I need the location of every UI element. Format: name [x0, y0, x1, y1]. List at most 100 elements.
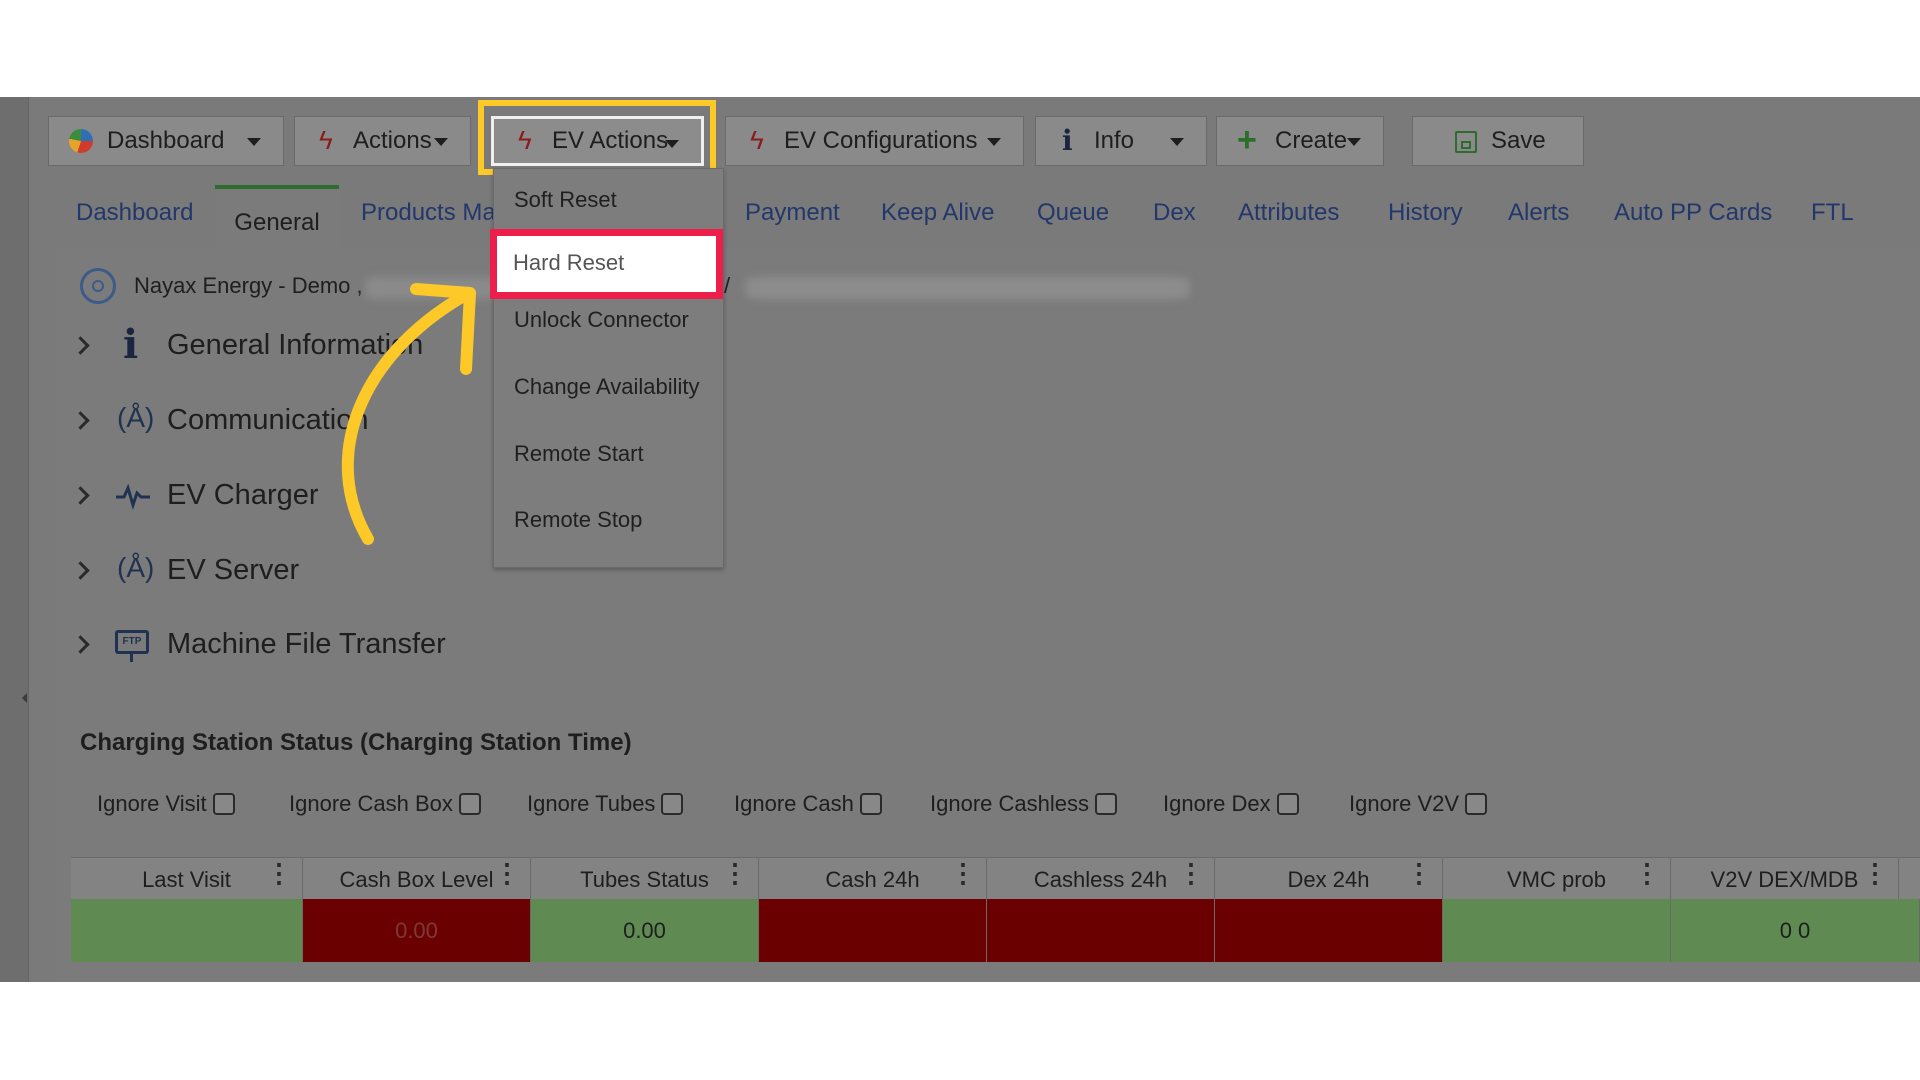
section-general-information[interactable]: i General Information	[71, 320, 423, 370]
chevron-down-icon[interactable]	[1170, 138, 1184, 146]
column-menu-icon[interactable]: ⋮	[1178, 860, 1204, 886]
menu-item-remote-stop[interactable]: Remote Stop	[514, 507, 642, 533]
chevron-right-icon[interactable]	[71, 410, 90, 430]
column-header[interactable]: Cash Box Level ⋮	[303, 858, 531, 900]
filter-ignore-cash-box[interactable]: Ignore Cash Box	[289, 791, 481, 817]
menu-item-hard-reset-label: Hard Reset	[513, 250, 625, 275]
column-menu-icon[interactable]: ⋮	[1862, 860, 1888, 886]
info-icon: i	[1062, 124, 1073, 157]
pie-chart-icon	[69, 129, 93, 153]
section-label: EV Server	[167, 553, 300, 586]
tab-products[interactable]: Products Ma	[361, 199, 496, 227]
filter-ignore-v2v[interactable]: Ignore V2V	[1349, 791, 1488, 817]
filter-ignore-tubes[interactable]: Ignore Tubes	[527, 791, 684, 817]
column-header-label: Cash Box Level	[339, 867, 494, 892]
tab-auto-pp-cards[interactable]: Auto PP Cards	[1614, 199, 1772, 227]
dashboard-button-label: Dashboard	[107, 127, 225, 154]
table-row: 0.00 0.00 0 0	[71, 899, 1920, 962]
tab-ftl[interactable]: FTL	[1811, 199, 1854, 227]
checkbox[interactable]	[859, 793, 882, 815]
save-button[interactable]: Save	[1412, 116, 1584, 166]
table-cell	[759, 899, 987, 962]
left-rail[interactable]	[0, 97, 29, 982]
column-header-label: VMC prob	[1506, 867, 1607, 892]
info-button[interactable]: i Info	[1035, 116, 1207, 166]
ev-configurations-button-label: EV Configurations	[784, 127, 978, 154]
antenna-icon: (Å)	[117, 402, 155, 433]
ev-configurations-button[interactable]: ϟ EV Configurations	[725, 116, 1024, 166]
redacted-text	[745, 277, 1190, 299]
tab-keep-alive[interactable]: Keep Alive	[881, 199, 994, 227]
section-machine-file-transfer[interactable]: FTP Machine File Transfer	[71, 619, 446, 669]
ev-actions-menu: Soft Reset Unlock Connector Change Avail…	[493, 168, 724, 568]
save-icon	[1453, 129, 1477, 153]
filter-label: Ignore Visit	[97, 791, 207, 816]
antenna-icon: (Å)	[117, 552, 155, 583]
section-ev-charger[interactable]: EV Charger	[71, 470, 319, 520]
column-header[interactable]: VMC prob ⋮	[1443, 858, 1671, 900]
filter-ignore-dex[interactable]: Ignore Dex	[1163, 791, 1299, 817]
filter-ignore-cashless[interactable]: Ignore Cashless	[930, 791, 1117, 817]
tab-attributes[interactable]: Attributes	[1238, 199, 1339, 227]
column-header[interactable]: Last Visit ⋮	[71, 858, 303, 900]
checkbox[interactable]	[1465, 793, 1488, 815]
checkbox[interactable]	[212, 793, 235, 815]
column-header[interactable]: Tubes Status ⋮	[531, 858, 759, 900]
pulse-icon	[115, 477, 151, 513]
chevron-right-icon[interactable]	[71, 634, 90, 654]
tab-payment[interactable]: Payment	[745, 199, 840, 227]
column-menu-icon[interactable]: ⋮	[266, 860, 292, 886]
chevron-down-icon[interactable]	[665, 140, 679, 148]
checkbox[interactable]	[458, 793, 481, 815]
column-menu-icon[interactable]: ⋮	[1634, 860, 1660, 886]
tab-history[interactable]: History	[1388, 199, 1463, 227]
column-header[interactable]: Cash 24h ⋮	[759, 858, 987, 900]
section-label: Machine File Transfer	[167, 627, 446, 660]
filter-ignore-visit[interactable]: Ignore Visit	[97, 791, 235, 817]
column-menu-icon[interactable]: ⋮	[722, 860, 748, 886]
menu-item-remote-start[interactable]: Remote Start	[514, 441, 644, 467]
column-menu-icon[interactable]: ⋮	[1406, 860, 1432, 886]
create-button-label: Create	[1275, 127, 1348, 154]
create-button[interactable]: + Create	[1216, 116, 1384, 166]
menu-item-soft-reset[interactable]: Soft Reset	[514, 187, 617, 213]
checkbox[interactable]	[1094, 793, 1117, 815]
chevron-right-icon[interactable]	[71, 485, 90, 505]
chevron-down-icon[interactable]	[1347, 138, 1361, 146]
menu-item-unlock-connector[interactable]: Unlock Connector	[514, 307, 689, 333]
actions-button[interactable]: ϟ Actions	[294, 116, 471, 166]
tab-general[interactable]: General	[215, 185, 339, 247]
table-cell	[987, 899, 1215, 962]
dashboard-button[interactable]: Dashboard	[48, 116, 284, 166]
column-header[interactable]: Cashless 24h ⋮	[987, 858, 1215, 900]
actions-button-label: Actions	[353, 127, 432, 154]
filter-label: Ignore Tubes	[527, 791, 656, 816]
checkbox[interactable]	[661, 793, 684, 815]
tab-alerts[interactable]: Alerts	[1508, 199, 1569, 227]
collapse-arrow-icon[interactable]	[22, 693, 27, 703]
info-button-label: Info	[1094, 127, 1135, 154]
chevron-right-icon[interactable]	[71, 335, 90, 355]
menu-item-hard-reset[interactable]: Hard Reset	[490, 229, 723, 299]
section-ev-server[interactable]: (Å) EV Server	[71, 545, 300, 595]
chevron-down-icon[interactable]	[987, 138, 1001, 146]
tab-dex[interactable]: Dex	[1153, 199, 1196, 227]
column-header-label: Cashless 24h	[1033, 867, 1168, 892]
chevron-right-icon[interactable]	[71, 560, 90, 580]
chevron-down-icon[interactable]	[434, 138, 448, 146]
breadcrumb-text: Nayax Energy - Demo ,	[134, 273, 363, 298]
ftp-icon: FTP	[115, 626, 151, 662]
chevron-down-icon[interactable]	[247, 138, 261, 146]
section-communication[interactable]: (Å) Communication	[71, 395, 368, 445]
tab-queue[interactable]: Queue	[1037, 199, 1109, 227]
filter-ignore-cash[interactable]: Ignore Cash	[734, 791, 882, 817]
column-header[interactable]: V2V DEX/MDB ⋮	[1671, 858, 1899, 900]
menu-item-change-availability[interactable]: Change Availability	[514, 374, 700, 400]
ev-actions-button[interactable]: ϟ EV Actions	[491, 116, 704, 166]
column-menu-icon[interactable]: ⋮	[494, 860, 520, 886]
table-cell	[71, 899, 303, 962]
column-menu-icon[interactable]: ⋮	[950, 860, 976, 886]
checkbox[interactable]	[1276, 793, 1299, 815]
column-header[interactable]: Dex 24h ⋮	[1215, 858, 1443, 900]
tab-dashboard[interactable]: Dashboard	[76, 199, 193, 227]
